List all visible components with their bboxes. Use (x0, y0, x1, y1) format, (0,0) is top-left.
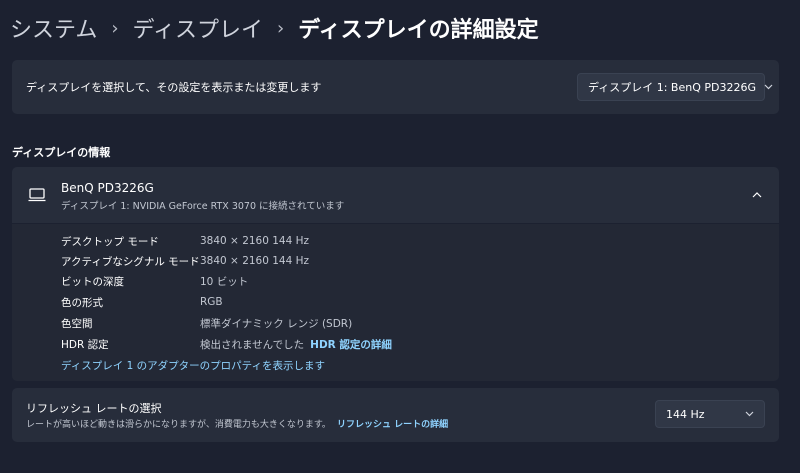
monitor-icon (28, 187, 46, 207)
info-label: アクティブなシグナル モード (61, 255, 200, 268)
info-value: 3840 × 2160 144 Hz (200, 255, 310, 267)
breadcrumb-item-display[interactable]: ディスプレイ (133, 12, 263, 44)
page-title: ディスプレイの詳細設定 (298, 18, 539, 43)
info-row-active-signal-mode: アクティブなシグナル モード 3840 × 2160 144 Hz (61, 252, 309, 270)
display-select-value: ディスプレイ 1: BenQ PD3226G (588, 81, 756, 94)
chevron-up-icon[interactable] (747, 185, 767, 205)
info-value: RGB (200, 296, 223, 308)
refresh-rate-card: リフレッシュ レートの選択 レートが高いほど動きは滑らかになりますが、消費電力も… (12, 388, 779, 442)
refresh-rate-title: リフレッシュ レートの選択 (26, 402, 162, 415)
chevron-down-icon (764, 82, 773, 93)
info-row-desktop-mode: デスクトップ モード 3840 × 2160 144 Hz (61, 232, 309, 250)
section-title-display-info: ディスプレイの情報 (12, 146, 111, 159)
hdr-certification-link[interactable]: HDR 認定の詳細 (310, 337, 392, 352)
display-name: BenQ PD3226G (61, 181, 154, 195)
info-value: 検出されませんでした (200, 338, 305, 351)
info-label: HDR 認定 (61, 338, 109, 351)
info-value: 3840 × 2160 144 Hz (200, 235, 310, 247)
refresh-rate-value: 144 Hz (666, 407, 705, 421)
refresh-rate-description-text: レートが高いほど動きは滑らかになりますが、消費電力も大きくなります。 (26, 420, 331, 430)
info-label: デスクトップ モード (61, 235, 159, 248)
display-select-dropdown[interactable]: ディスプレイ 1: BenQ PD3226G (577, 73, 773, 101)
display-select-description: ディスプレイを選択して、その設定を表示または変更します (26, 81, 322, 94)
breadcrumb-separator: › (277, 17, 285, 39)
chevron-down-icon (745, 409, 754, 420)
info-row-color-format: 色の形式 RGB (61, 293, 223, 311)
display-info-header[interactable]: BenQ PD3226G ディスプレイ 1: NVIDIA GeForce RT… (12, 167, 779, 223)
display-connection: ディスプレイ 1: NVIDIA GeForce RTX 3070 に接続されて… (61, 201, 345, 212)
info-label: ビットの深度 (61, 275, 124, 288)
info-row-hdr-certification: HDR 認定 検出されませんでした HDR 認定の詳細 (61, 335, 392, 353)
refresh-rate-dropdown[interactable]: 144 Hz (655, 400, 765, 428)
refresh-rate-description: レートが高いほど動きは滑らかになりますが、消費電力も大きくなります。 リフレッシュ… (26, 417, 448, 430)
breadcrumb: システム › ディスプレイ › ディスプレイの詳細設定 (10, 10, 539, 46)
info-value: 標準ダイナミック レンジ (SDR) (200, 317, 353, 330)
display-info-details: デスクトップ モード 3840 × 2160 144 Hz アクティブなシグナル… (12, 224, 779, 381)
info-row-bit-depth: ビットの深度 10 ビット (61, 272, 248, 290)
info-label: 色空間 (61, 317, 93, 330)
refresh-rate-details-link[interactable]: リフレッシュ レートの詳細 (337, 420, 448, 430)
info-label: 色の形式 (61, 296, 103, 309)
info-row-color-space: 色空間 標準ダイナミック レンジ (SDR) (61, 314, 352, 332)
info-value: 10 ビット (200, 275, 249, 288)
adapter-properties-link[interactable]: ディスプレイ 1 のアダプターのプロパティを表示します (61, 358, 325, 373)
display-select-card: ディスプレイを選択して、その設定を表示または変更します ディスプレイ 1: Be… (12, 60, 779, 114)
breadcrumb-item-system[interactable]: システム (10, 12, 97, 44)
breadcrumb-separator: › (111, 17, 119, 39)
